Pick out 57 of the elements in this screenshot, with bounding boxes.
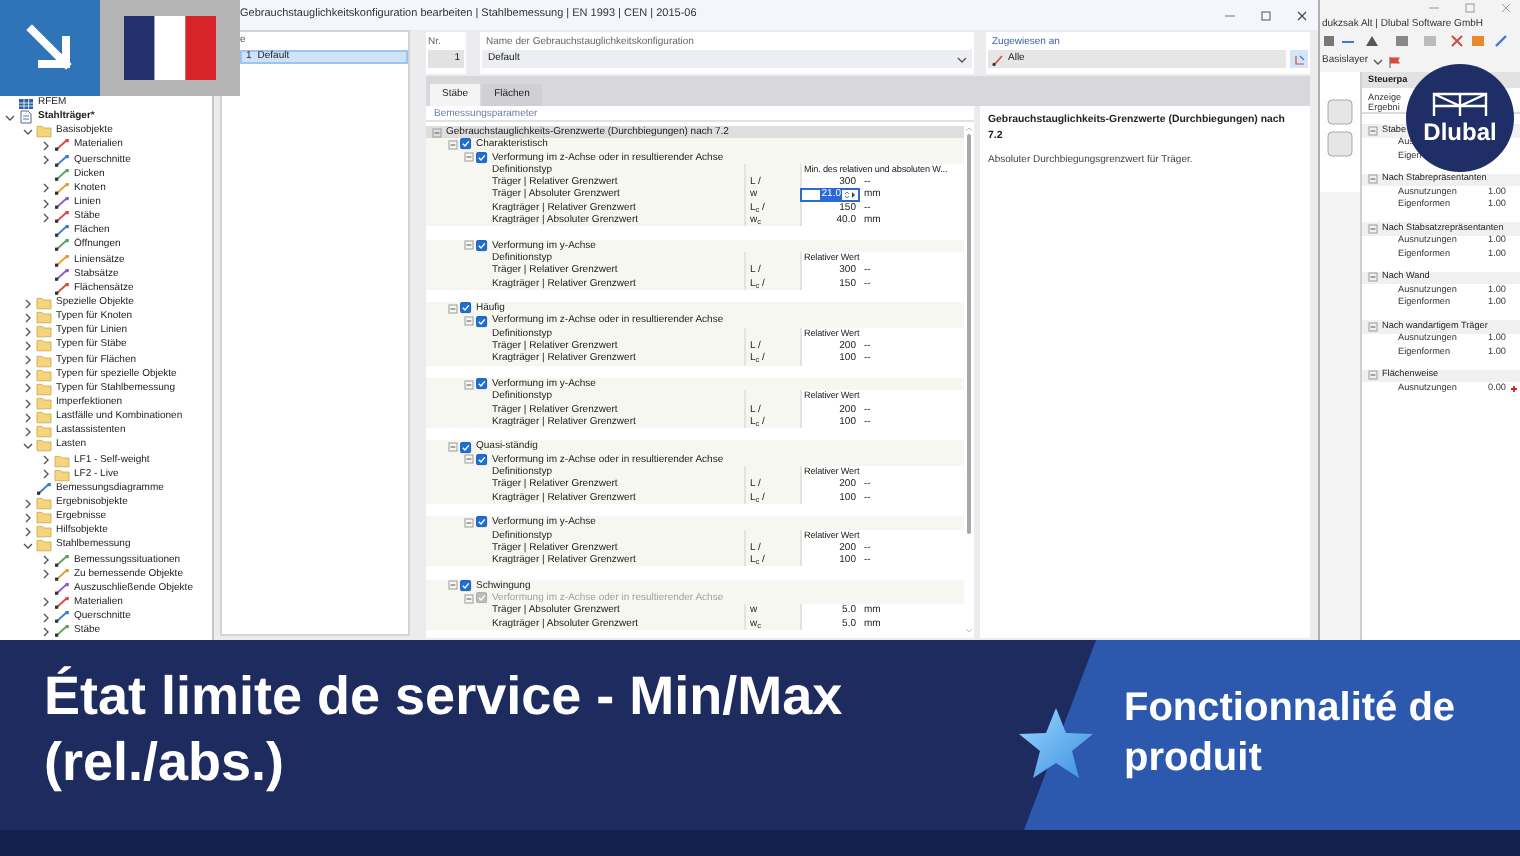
chevron-icon[interactable] (22, 497, 34, 509)
chevron-icon[interactable] (40, 596, 52, 609)
chevron-icon[interactable] (22, 368, 34, 381)
checkbox[interactable] (460, 579, 472, 592)
checkbox[interactable] (476, 378, 488, 391)
chevron-icon[interactable] (22, 539, 34, 552)
chevron-icon[interactable] (22, 125, 34, 138)
pick-icon (1293, 53, 1305, 65)
chevron-icon[interactable] (40, 625, 52, 638)
chevron-icon[interactable] (22, 511, 34, 524)
banner-title: État limite de service - Min/Max (rel./abs.) (44, 664, 845, 796)
arrow-icon (24, 22, 76, 74)
chevron-icon[interactable] (22, 525, 34, 538)
member-icon (992, 53, 1004, 65)
chevron-icon[interactable] (40, 197, 52, 210)
chevron-icon[interactable] (4, 111, 16, 124)
chevron-icon[interactable] (22, 311, 34, 324)
chevron-icon[interactable] (40, 611, 52, 624)
caret-icon (1372, 56, 1385, 68)
maximize-icon[interactable] (1260, 9, 1272, 21)
chevron-icon[interactable] (22, 339, 34, 352)
checkbox[interactable] (460, 138, 472, 151)
chevron-icon[interactable] (22, 411, 34, 424)
caret-icon (956, 53, 968, 65)
checkbox[interactable] (476, 239, 488, 252)
chevron-icon[interactable] (22, 297, 34, 310)
star-icon (1016, 704, 1096, 784)
chevron-icon[interactable] (40, 468, 52, 481)
flag-icon[interactable] (1388, 56, 1403, 68)
grid-icon (18, 97, 34, 110)
checkbox[interactable] (476, 315, 488, 328)
checkbox[interactable] (460, 441, 472, 454)
checkbox[interactable] (476, 516, 488, 529)
document-icon (18, 110, 34, 125)
chevron-icon[interactable] (22, 382, 34, 395)
checkbox[interactable] (476, 453, 488, 466)
chevron-icon[interactable] (40, 154, 52, 167)
chevron-icon[interactable] (22, 397, 34, 410)
chevron-icon[interactable] (40, 568, 52, 581)
checkbox[interactable] (460, 302, 472, 315)
logo-text: Dlubal (1423, 120, 1497, 146)
object-icon (36, 481, 52, 496)
chevron-icon[interactable] (22, 354, 34, 367)
flag-icon (124, 16, 216, 80)
spinner-icon[interactable] (844, 190, 856, 201)
checkbox[interactable] (476, 151, 488, 164)
chevron-icon[interactable] (40, 211, 52, 224)
chevron-icon[interactable] (40, 182, 52, 195)
folder-icon (36, 124, 52, 139)
chevron-icon[interactable] (22, 425, 34, 438)
chevron-icon[interactable] (40, 554, 52, 567)
bridge-icon (1430, 90, 1490, 118)
chevron-icon[interactable] (40, 139, 52, 152)
chevron-icon[interactable] (22, 439, 34, 452)
chevron-icon[interactable] (22, 325, 34, 338)
close-icon[interactable] (1296, 9, 1308, 21)
chevron-icon[interactable] (40, 454, 52, 467)
